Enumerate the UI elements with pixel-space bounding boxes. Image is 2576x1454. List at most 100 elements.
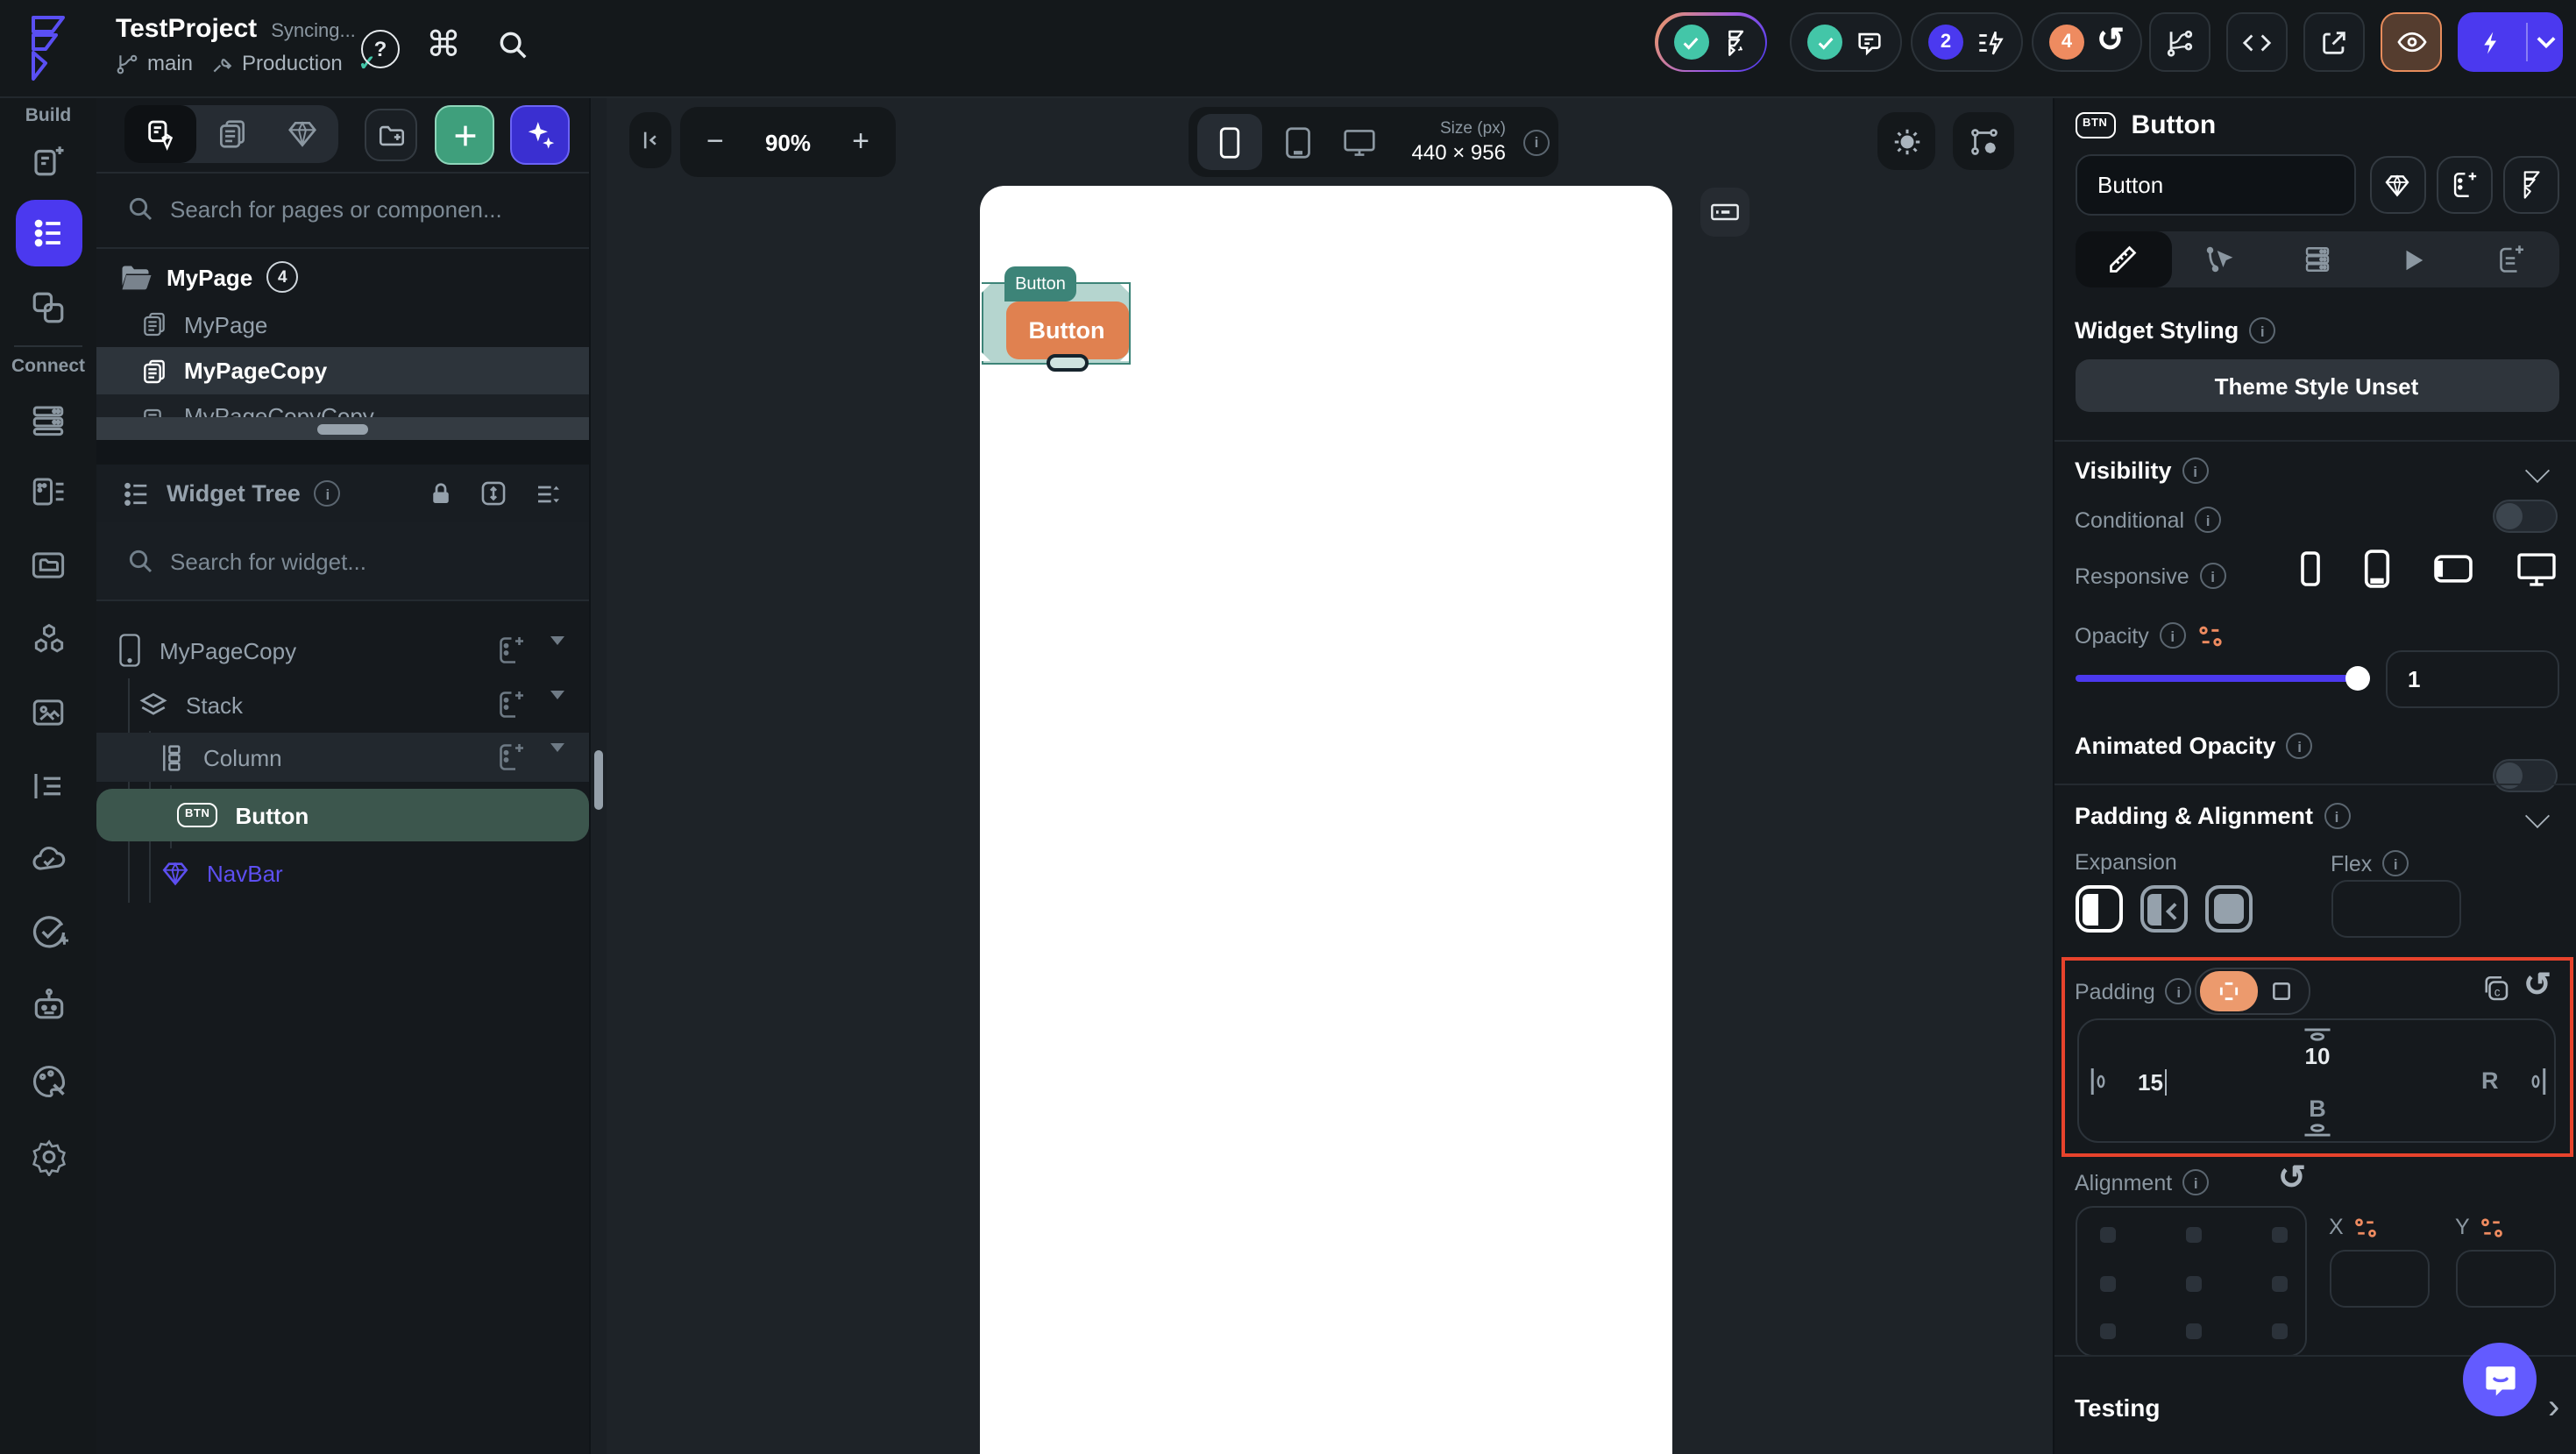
run-options-chevron-icon[interactable] (2528, 35, 2563, 49)
command-menu-button[interactable]: ⌘ (426, 23, 461, 67)
tab-pages-and-components[interactable] (124, 105, 196, 163)
align-bottom-left[interactable] (2099, 1323, 2115, 1339)
lock-icon[interactable] (428, 479, 454, 507)
expansion-expanded-button[interactable] (2204, 885, 2252, 933)
info-icon[interactable]: i (2286, 733, 2313, 759)
padding-bottom-handle-icon[interactable] (2301, 1124, 2332, 1138)
selection-handle[interactable] (982, 352, 990, 361)
tab-documentation[interactable] (2462, 231, 2558, 287)
padding-right-handle-icon[interactable] (2529, 1066, 2546, 1097)
expansion-fixed-button[interactable] (2075, 885, 2122, 933)
project-name[interactable]: TestProject (116, 14, 257, 44)
opacity-slider-track[interactable] (2075, 675, 2369, 682)
device-phone-button[interactable] (1197, 114, 1262, 170)
database-icon[interactable] (29, 400, 67, 438)
align-center-left[interactable] (2099, 1276, 2115, 1292)
support-chat-button[interactable] (2463, 1343, 2537, 1416)
align-top-right[interactable] (2271, 1227, 2287, 1243)
copy-padding-button[interactable]: c (2480, 973, 2511, 1004)
collapse-panel-button[interactable] (629, 112, 671, 168)
opacity-variable-icon[interactable] (2196, 623, 2225, 648)
tab-properties[interactable] (2075, 231, 2172, 287)
opacity-slider-thumb[interactable] (2345, 666, 2369, 691)
tab-animations[interactable] (2365, 231, 2461, 287)
reset-padding-button[interactable]: ↺ (2523, 969, 2551, 1003)
align-center[interactable] (2185, 1276, 2201, 1292)
page-row-mypagecopycopy[interactable]: MyPageCopyCopy (96, 394, 589, 417)
visibility-collapse-chevron[interactable] (2523, 457, 2550, 484)
align-y-input[interactable] (2455, 1250, 2555, 1308)
keyboard-shortcuts-button[interactable] (1700, 188, 1749, 237)
preview-eye-button[interactable] (2381, 12, 2442, 72)
device-canvas-page[interactable] (980, 186, 1672, 1454)
zoom-out-button[interactable]: − (706, 124, 724, 160)
expand-collapse-tree-icon[interactable] (479, 479, 508, 508)
add-page-button[interactable] (435, 105, 494, 165)
panel-resize-handle[interactable] (96, 417, 589, 440)
node-options-caret[interactable] (550, 636, 564, 677)
device-desktop-button[interactable] (1334, 127, 1386, 157)
branch-name[interactable]: main (147, 51, 193, 75)
conditional-toggle[interactable] (2492, 500, 2557, 533)
actions-pill[interactable]: 2 (1911, 12, 2023, 72)
data-types-icon[interactable] (29, 472, 67, 510)
selection-handle[interactable] (1120, 352, 1129, 361)
tree-node-stack[interactable]: Stack (96, 682, 589, 729)
flutterflow-logo[interactable] (18, 12, 77, 82)
responsive-desktop-button[interactable] (2516, 551, 2558, 586)
padding-left-handle-icon[interactable] (2089, 1066, 2106, 1097)
tree-node-page[interactable]: MyPageCopy (96, 628, 589, 675)
tree-node-navbar[interactable]: NavBar (96, 850, 589, 896)
responsive-phone-large-button[interactable] (2363, 549, 2391, 589)
info-icon[interactable]: i (2382, 850, 2409, 876)
pages-search[interactable]: Search for pages or componen... (126, 195, 502, 223)
padding-bottom-value[interactable]: B (2078, 1096, 2557, 1122)
align-top-left[interactable] (2099, 1227, 2115, 1243)
align-x-input[interactable] (2329, 1250, 2429, 1308)
open-preview-button[interactable] (2303, 12, 2365, 72)
folder-row[interactable]: MyPage 4 (96, 254, 589, 300)
ai-review-pill[interactable] (1655, 12, 1767, 72)
node-options-caret[interactable] (550, 743, 564, 784)
info-icon[interactable]: i (2182, 457, 2209, 484)
info-icon[interactable]: i (314, 480, 341, 507)
padding-mode-all-button[interactable] (2257, 980, 2304, 1003)
align-top-center[interactable] (2185, 1227, 2201, 1243)
widget-name-input[interactable] (2075, 154, 2355, 216)
page-row-mypage[interactable]: MyPage (96, 301, 589, 347)
x-variable-icon[interactable] (2352, 1216, 2379, 1238)
testing-icon[interactable] (29, 913, 67, 952)
align-center-right[interactable] (2271, 1276, 2287, 1292)
selection-handle[interactable] (982, 283, 990, 292)
reset-alignment-button[interactable]: ↺ (2278, 1162, 2306, 1195)
ai-page-generator-button[interactable] (510, 105, 570, 165)
tab-pages[interactable] (196, 105, 267, 163)
tree-node-button-selected[interactable]: BTN Button (96, 789, 589, 841)
padding-top-value[interactable]: 10 (2078, 1043, 2557, 1069)
zoom-level[interactable]: 90% (765, 129, 811, 155)
widget-drag-handle[interactable] (1047, 354, 1089, 372)
device-tablet-button[interactable] (1272, 125, 1323, 159)
info-icon[interactable]: i (2165, 978, 2192, 1004)
comments-pill[interactable] (1790, 12, 1902, 72)
flutterflow-docs-button[interactable] (2502, 156, 2558, 214)
info-icon[interactable]: i (2324, 803, 2350, 829)
widget-search[interactable]: Search for widget... (126, 547, 366, 575)
size-info-icon[interactable]: i (1522, 129, 1550, 155)
add-widget-icon[interactable] (494, 635, 526, 666)
info-icon[interactable]: i (2159, 622, 2186, 649)
padding-right-value[interactable]: R (2481, 1067, 2499, 1094)
convert-to-component-button[interactable] (2369, 156, 2425, 214)
info-icon[interactable]: i (2199, 563, 2226, 589)
tab-components[interactable] (267, 105, 338, 163)
view-code-button[interactable] (2226, 12, 2288, 72)
zoom-in-button[interactable]: + (852, 124, 869, 160)
flex-input[interactable] (2331, 880, 2460, 938)
settings-icon[interactable] (29, 1138, 67, 1176)
responsive-tablet-button[interactable] (2433, 554, 2473, 584)
info-icon[interactable]: i (2182, 1169, 2210, 1195)
size-value[interactable]: 440 × 956 (1412, 140, 1506, 165)
selection-handle[interactable] (1120, 283, 1129, 292)
add-folder-button[interactable] (365, 109, 417, 161)
media-assets-icon[interactable] (29, 545, 67, 584)
